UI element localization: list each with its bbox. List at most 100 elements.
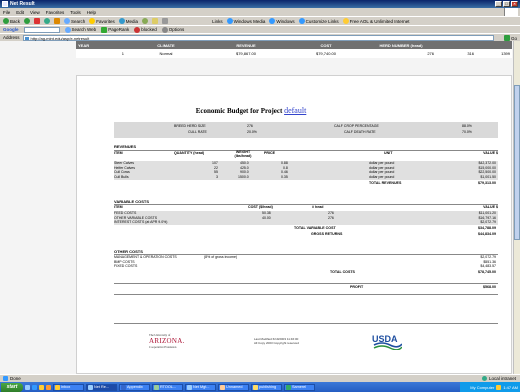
search-web-button[interactable]: Search Web [64, 26, 96, 33]
taskbar-item-samerel[interactable]: Samerel [284, 383, 315, 391]
total-revenues-row: TOTAL REVENUES $79,313.00 [114, 181, 498, 186]
var-cost: 50.38 [262, 211, 271, 215]
calf-death-label: CALF DEATH RATE [344, 130, 376, 134]
address-input[interactable]: http://ag-mint.edu/asp/e-netresult [22, 34, 494, 41]
menu-bar: File Edit View Favorites Tools Help [0, 8, 520, 16]
taskbar-item-net-mgt[interactable]: Net Mgt... [185, 383, 216, 391]
google-search-input[interactable] [23, 26, 60, 33]
outlook-icon [55, 384, 60, 390]
arizona-logo[interactable]: The University of ARIZONA. Cooperative E… [149, 333, 185, 349]
stop-icon[interactable] [34, 18, 41, 24]
rev-weight: 450.0 [240, 161, 249, 165]
media-button[interactable]: Media [118, 18, 138, 24]
menu-tools[interactable]: Tools [70, 10, 81, 15]
link-customize[interactable]: Customize Links [298, 18, 339, 24]
status-bar: Done Local intranet [0, 374, 520, 382]
popup-blocker-button[interactable]: blocked [134, 26, 157, 33]
total-variable-row: TOTAL VARIABLE COST $34,788.09 [114, 226, 498, 231]
search-icon [64, 26, 71, 33]
rev-col-price: PRICE [264, 151, 275, 155]
taskbar-item-unnamed[interactable]: Unnamed [218, 383, 249, 391]
page-content: YEAR CLIMATE REVENUE COST HERD NUMBER (h… [0, 41, 513, 374]
menu-view[interactable]: View [30, 10, 40, 15]
history-icon[interactable] [142, 18, 149, 24]
tray-icon[interactable] [496, 384, 502, 390]
tray-label[interactable]: My Computer [470, 385, 494, 390]
windows-taskbar: start Inbox Net Re... Appendix RTOOL... … [0, 382, 520, 392]
refresh-icon[interactable] [44, 18, 51, 24]
maximize-button[interactable]: □ [503, 1, 510, 7]
link-aol[interactable]: Free AOL & Unlimited Internet [342, 18, 410, 24]
calf-crop-label: CALF CROP PERCENTAGE [334, 124, 379, 128]
usda-logo[interactable]: USDA [372, 332, 402, 350]
menu-help[interactable]: Help [87, 10, 96, 15]
ie-icon [88, 384, 93, 390]
var-cost: 40.00 [262, 215, 271, 220]
vertical-scrollbar[interactable] [513, 41, 520, 374]
rev-weight: 900.0 [240, 170, 249, 174]
taskbar-item-appendix[interactable]: Appendix [119, 383, 150, 391]
quicklaunch-mail-icon[interactable] [39, 384, 44, 390]
pagerank-icon [101, 26, 108, 33]
favorites-button[interactable]: Favorites [89, 18, 115, 24]
var-item: INTEREST COSTS (at APR 9.0%) [114, 220, 168, 224]
window-title-bar[interactable]: Net Result _ □ × [0, 0, 520, 8]
close-button[interactable]: × [511, 1, 518, 7]
rev-unit: dollar per pound [369, 165, 395, 170]
link-windows-media[interactable]: Windows Media [226, 18, 265, 24]
app-icon [154, 384, 159, 390]
taskbar-item-rtool[interactable]: RTOOL... [152, 383, 183, 391]
minimize-button[interactable]: _ [495, 1, 502, 7]
rev-col-weight: WEIGHT (lbs/head) [234, 150, 252, 158]
quicklaunch-ie-icon[interactable] [32, 384, 37, 390]
other-value: $551.36 [483, 259, 496, 264]
footer-text: Last Modified 6/19/2003 11:46:00 All Cop… [254, 337, 334, 345]
search-button[interactable]: Search [64, 18, 85, 24]
rev-qty: 107 [212, 161, 218, 165]
other-item: MANAGEMENT & OPERATION COSTS [114, 255, 177, 259]
summary-cell-col6: 316 [467, 51, 474, 56]
quicklaunch-desktop-icon[interactable] [25, 384, 30, 390]
menu-edit[interactable]: Edit [16, 10, 24, 15]
google-label: Google [3, 27, 19, 32]
mail-icon[interactable] [152, 18, 159, 24]
pagerank-button[interactable]: PageRank [101, 26, 129, 33]
browser-icon [2, 1, 8, 7]
project-link[interactable]: default [284, 106, 306, 115]
calf-crop-value: 88.0% [462, 124, 472, 128]
home-icon[interactable] [54, 18, 61, 24]
back-button[interactable]: Back [3, 18, 20, 24]
forward-arrow-icon[interactable] [24, 18, 31, 24]
taskbar-item-net-result[interactable]: Net Re... [86, 383, 117, 391]
start-button[interactable]: start [1, 382, 23, 392]
taskbar-item-publishing[interactable]: publishing [251, 383, 282, 391]
rev-unit: dollar per pound [369, 170, 395, 174]
options-button[interactable]: Options [161, 26, 184, 33]
var-value: $11,001.20 [478, 211, 496, 215]
menu-favorites[interactable]: Favorites [46, 10, 65, 15]
summary-header-herd: HERD NUMBER (head) [379, 42, 423, 48]
system-tray: My Computer 1:47 AM [460, 382, 520, 392]
breed-herd-size-value: 276 [247, 124, 253, 128]
taskbar-item-inbox[interactable]: Inbox [53, 383, 84, 391]
print-icon[interactable] [162, 18, 169, 24]
var-col-cost: COST ($/head) [248, 205, 273, 209]
summary-cell-climate: Normal [159, 51, 173, 56]
scrollbar-thumb[interactable] [514, 85, 520, 240]
paint-icon [220, 384, 225, 390]
gear-icon [161, 26, 168, 33]
links-label: Links [212, 18, 223, 24]
var-col-value: VALUE $ [483, 205, 498, 209]
summary-header-row: YEAR CLIMATE REVENUE COST HERD NUMBER (h… [76, 41, 512, 49]
menu-file[interactable]: File [3, 10, 10, 15]
quicklaunch-media-icon[interactable] [46, 384, 51, 390]
media-player-icon [226, 18, 233, 24]
link-windows[interactable]: Windows [269, 18, 295, 24]
calf-death-value: 70.0% [462, 130, 472, 134]
excel-icon [286, 384, 291, 390]
var-col-item: ITEM [114, 205, 123, 209]
var-value: $16,797.16 [478, 215, 496, 220]
aol-icon [342, 18, 349, 24]
gross-returns-label: GROSS RETURNS [311, 232, 343, 236]
var-head: 276 [328, 211, 334, 215]
